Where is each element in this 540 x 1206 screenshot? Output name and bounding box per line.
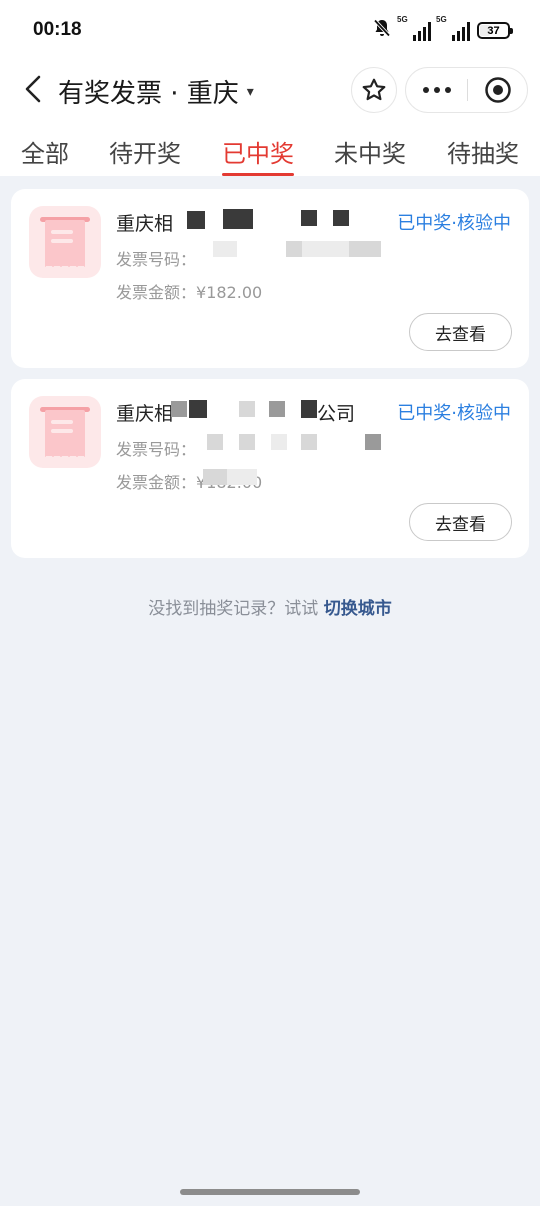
redacted-block [189, 400, 207, 418]
invoice-number-label: 发票号码： [116, 250, 197, 269]
invoice-amount-row: 发票金额：¥182.00 [116, 279, 262, 303]
tab-pending-draw[interactable]: 待开奖 [109, 134, 181, 176]
home-indicator[interactable] [180, 1189, 360, 1195]
invoice-amount-label: 发票金额： [116, 283, 197, 302]
tab-all[interactable]: 全部 [21, 134, 69, 176]
battery-level: 37 [487, 24, 500, 37]
redacted-block [333, 210, 349, 226]
redacted-block [301, 400, 317, 418]
tab-bar: 全部 待开奖 已中奖 未中奖 待抽奖 [0, 120, 540, 176]
top-header: 00:18 5G 5G 37 有奖发票 · 重庆 ▾ 全部 待开奖 已中奖 未中… [0, 0, 540, 176]
prize-status: 已中奖·核验中 [397, 403, 511, 424]
bell-off-icon [372, 18, 392, 43]
invoice-amount-label: 发票金额： [116, 473, 197, 492]
empty-hint: 没找到抽奖记录？试试 切换城市 [0, 594, 540, 619]
redacted-block [239, 401, 255, 417]
tab-won[interactable]: 已中奖 [222, 134, 294, 176]
battery-icon: 37 [477, 22, 513, 39]
signal-label-2: 5G [436, 14, 447, 24]
nav-bar: 有奖发票 · 重庆 ▾ [0, 60, 540, 120]
seller-name: 重庆相 [116, 403, 174, 425]
hint-text: 没找到抽奖记录？试试 [148, 599, 324, 619]
switch-city-link[interactable]: 切换城市 [324, 599, 392, 619]
invoice-number-row: 发票号码： [116, 436, 196, 460]
receipt-icon [29, 206, 101, 278]
mini-program-capsule [405, 67, 528, 113]
redacted-block [207, 434, 223, 450]
favorite-button[interactable] [351, 67, 397, 113]
target-icon[interactable] [468, 76, 527, 104]
redacted-block [203, 469, 227, 485]
redacted-block [301, 434, 317, 450]
redacted-block [365, 434, 381, 450]
tab-not-won[interactable]: 未中奖 [334, 134, 406, 176]
status-icons: 5G 5G 37 [372, 15, 513, 43]
star-icon [362, 78, 386, 101]
redacted-block [269, 401, 285, 417]
tab-to-draw[interactable]: 待抽奖 [447, 134, 519, 176]
back-arrow-icon[interactable] [18, 74, 48, 104]
chevron-down-icon: ▾ [246, 83, 254, 100]
redacted-block [227, 469, 257, 485]
page-title-text: 有奖发票 · 重庆 [58, 79, 239, 109]
signal-icon: 5G [397, 15, 431, 41]
invoice-card[interactable]: 重庆相 已中奖·核验中 发票号码： 发票金额：¥182.00 去查看 [11, 189, 529, 368]
redacted-block [349, 241, 381, 257]
redacted-block [171, 401, 187, 417]
signal-label: 5G [397, 14, 408, 24]
view-detail-button[interactable]: 去查看 [409, 313, 512, 351]
redacted-block [239, 434, 255, 450]
invoice-number-label: 发票号码： [116, 440, 197, 459]
seller-name-suffix: 公司 [317, 403, 356, 425]
more-icon[interactable] [406, 87, 467, 93]
redacted-block [213, 241, 237, 257]
redacted-block [301, 210, 317, 226]
redacted-block [286, 241, 302, 257]
status-bar: 00:18 5G 5G 37 [0, 0, 540, 60]
invoice-card[interactable]: 重庆相 公司 已中奖·核验中 发票号码： 发票金额：¥182.00 去查看 [11, 379, 529, 558]
status-time: 00:18 [33, 19, 82, 40]
page-title[interactable]: 有奖发票 · 重庆 ▾ [58, 73, 254, 110]
redacted-block [271, 434, 287, 450]
seller-name: 重庆相 [116, 213, 174, 235]
view-detail-button[interactable]: 去查看 [409, 503, 512, 541]
invoice-number-row: 发票号码： [116, 246, 196, 270]
redacted-block [223, 209, 253, 229]
signal-icon-2: 5G [436, 15, 470, 41]
prize-status: 已中奖·核验中 [397, 213, 511, 234]
redacted-block [187, 211, 205, 229]
invoice-amount-value: ¥182.00 [196, 283, 263, 302]
receipt-icon [29, 396, 101, 468]
